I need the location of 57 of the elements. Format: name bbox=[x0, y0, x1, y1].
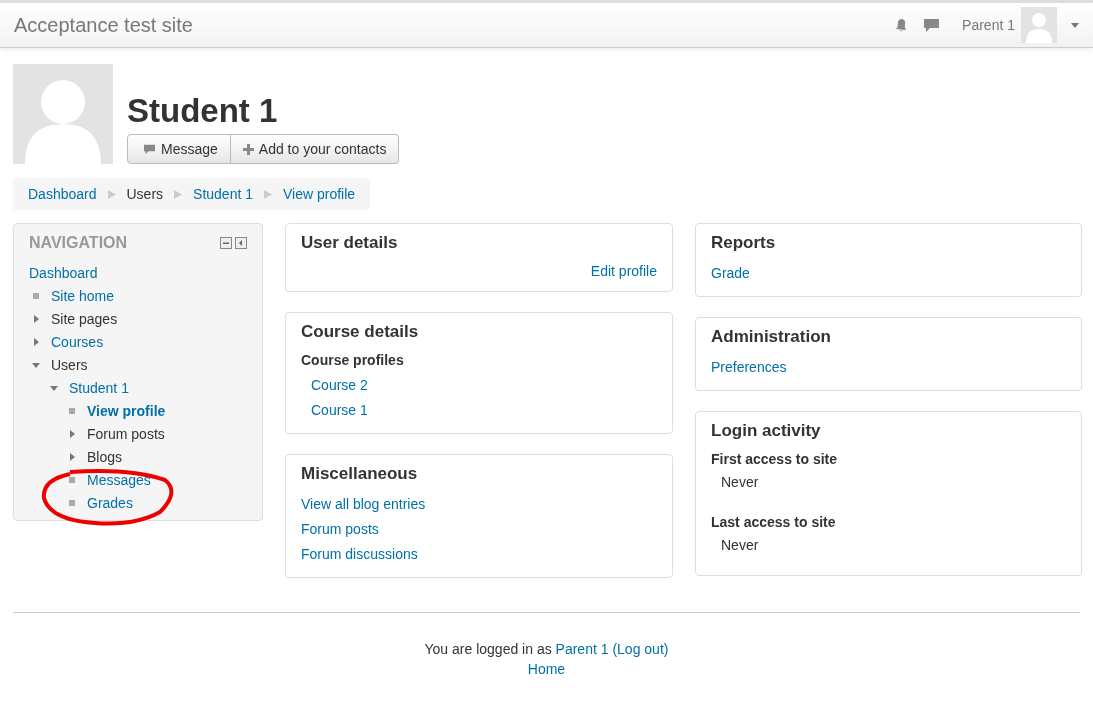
separator-icon bbox=[107, 189, 116, 199]
nav-item[interactable]: Grades bbox=[87, 494, 133, 511]
logged-in-text: You are logged in as bbox=[424, 641, 552, 657]
card-title: Administration bbox=[711, 327, 832, 347]
card-link[interactable]: Course 1 bbox=[311, 402, 368, 418]
card-link[interactable]: Grade bbox=[711, 265, 750, 281]
card-link[interactable]: Course 2 bbox=[311, 377, 368, 393]
bullet-icon bbox=[69, 476, 75, 483]
card-title: Reports bbox=[711, 233, 777, 253]
user-link[interactable]: Parent 1 bbox=[555, 641, 609, 657]
field-label: Last access to site bbox=[711, 513, 837, 532]
logout-link[interactable]: (Log out) bbox=[612, 641, 669, 657]
field-value: Never bbox=[720, 536, 760, 555]
caret-right-icon[interactable] bbox=[67, 451, 77, 462]
card-title: User details bbox=[301, 233, 399, 253]
caret-right-icon[interactable] bbox=[67, 428, 77, 439]
caret-right-icon[interactable] bbox=[31, 313, 41, 324]
separator-icon bbox=[174, 189, 183, 199]
bullet-icon bbox=[69, 407, 75, 414]
profile-name: Student 1 bbox=[127, 92, 279, 130]
minimize-icon[interactable] bbox=[220, 237, 232, 249]
dock-icon[interactable] bbox=[235, 237, 247, 249]
field-label: First access to site bbox=[711, 450, 839, 469]
card-link[interactable]: Preferences bbox=[711, 359, 787, 375]
nav-item[interactable]: Student 1 bbox=[69, 379, 129, 396]
card-title: Course details bbox=[301, 322, 420, 342]
field-value: Never bbox=[720, 473, 760, 492]
nav-item[interactable]: Messages bbox=[87, 471, 151, 488]
user-name[interactable]: Parent 1 bbox=[962, 17, 1015, 33]
separator-icon bbox=[264, 189, 272, 199]
bullet-icon bbox=[69, 499, 75, 506]
nav-item[interactable]: Courses bbox=[51, 333, 104, 350]
add-contact-button[interactable]: Add to your contacts bbox=[230, 134, 400, 164]
site-name[interactable]: Acceptance test site bbox=[14, 13, 193, 37]
block-title: NAVIGATION bbox=[29, 234, 128, 252]
home-link[interactable]: Home bbox=[527, 661, 566, 677]
breadcrumb-item: Users bbox=[126, 186, 164, 202]
caret-down-icon[interactable] bbox=[1071, 22, 1079, 28]
card-title: Login activity bbox=[711, 421, 822, 441]
chat-icon[interactable] bbox=[923, 17, 941, 33]
card-title: Miscellaneous bbox=[301, 464, 419, 484]
bullet-icon bbox=[33, 292, 39, 299]
card-link[interactable]: Edit profile bbox=[590, 263, 657, 279]
card-subheading: Course profiles bbox=[301, 351, 405, 370]
breadcrumb-item[interactable]: Dashboard bbox=[28, 186, 97, 202]
message-button[interactable]: Message bbox=[127, 134, 231, 164]
breadcrumb-item[interactable]: Student 1 bbox=[193, 186, 253, 202]
nav-item[interactable]: Dashboard bbox=[29, 264, 98, 281]
caret-right-icon[interactable] bbox=[31, 336, 41, 347]
plus-icon bbox=[242, 143, 254, 155]
card-link[interactable]: Forum discussions bbox=[301, 546, 418, 562]
nav-item[interactable]: View profile bbox=[87, 402, 166, 419]
card-link[interactable]: View all blog entries bbox=[301, 496, 426, 512]
nav-item[interactable]: Site home bbox=[51, 287, 115, 304]
chat-icon bbox=[143, 143, 156, 155]
card-link[interactable]: Forum posts bbox=[301, 521, 379, 537]
breadcrumb-item[interactable]: View profile bbox=[283, 186, 356, 202]
